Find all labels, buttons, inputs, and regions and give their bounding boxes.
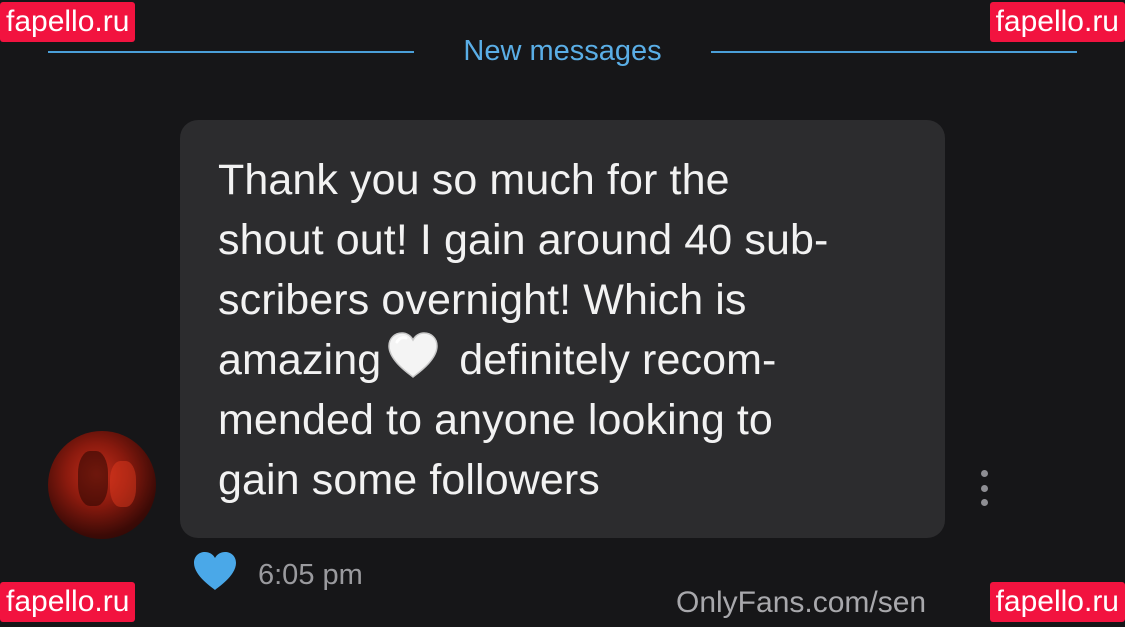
watermark-top-left: fapello.ru — [0, 2, 136, 42]
more-vertical-icon[interactable] — [972, 468, 996, 508]
message-line: Thank you so much for the — [218, 156, 730, 204]
message-segment: definitely recom- — [447, 336, 777, 384]
message-line: shout out! I gain around 40 sub- — [218, 216, 829, 264]
watermark-top-right: fapello.ru — [989, 2, 1125, 42]
message-bubble[interactable]: Thank you so much for the shout out! I g… — [180, 120, 945, 538]
divider-line-left — [48, 51, 414, 53]
message-line: mended to anyone looking to — [218, 396, 773, 444]
white-heart-emoji-icon — [385, 330, 441, 380]
chat-screen: New messages Thank you so much for the s… — [0, 0, 1125, 627]
message-segment: amazing — [218, 336, 382, 384]
watermark-bottom-right: fapello.ru — [989, 582, 1125, 622]
heart-icon[interactable] — [192, 550, 238, 592]
divider-line-right — [711, 51, 1077, 53]
message-line: scribers overnight! Which is — [218, 276, 747, 324]
avatar[interactable] — [48, 431, 156, 539]
message-line: gain some followers — [218, 456, 600, 504]
new-messages-divider: New messages — [48, 28, 1077, 74]
message-line-with-emoji: amazing definitely recom- — [218, 330, 907, 390]
message-timestamp: 6:05 pm — [258, 559, 363, 591]
message-text: Thank you so much for the shout out! I g… — [218, 150, 907, 510]
source-url-text: OnlyFans.com/sen — [676, 586, 927, 619]
new-messages-label: New messages — [463, 35, 662, 67]
watermark-bottom-left: fapello.ru — [0, 582, 136, 622]
